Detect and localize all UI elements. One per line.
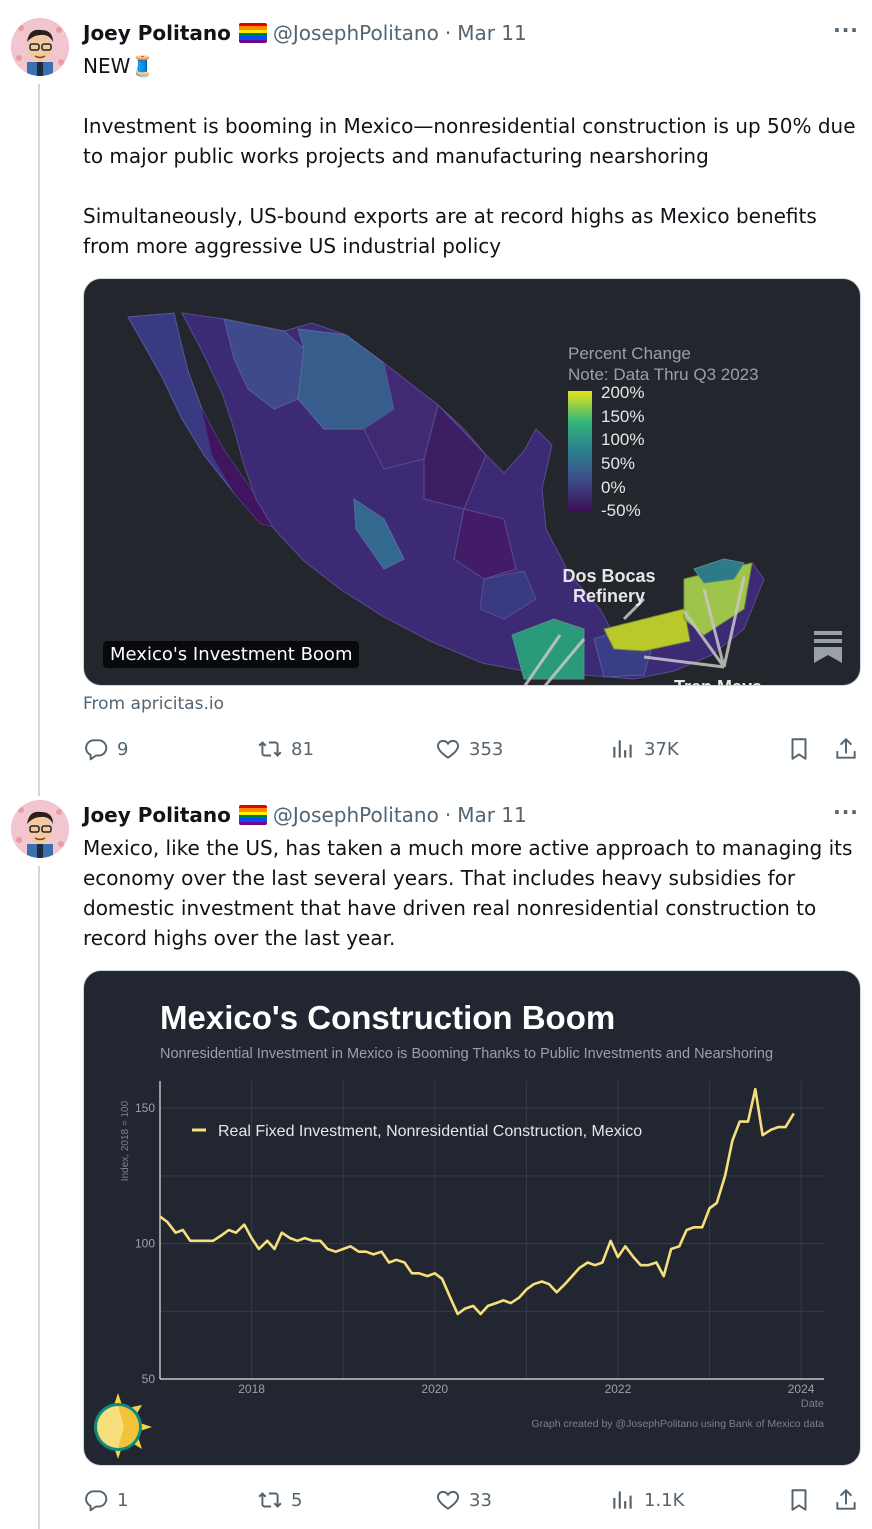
tweet-text: Mexico, like the US, has taken a much mo…	[83, 836, 859, 950]
tweet-date[interactable]: Mar 11	[457, 803, 527, 827]
tweet-actions: 9 81 353 37K	[83, 734, 863, 764]
x-tick-label: 2018	[238, 1382, 265, 1396]
y-axis-label: Index, 2018 = 100	[120, 1100, 131, 1181]
rainbow-flag-icon	[238, 805, 267, 825]
map-annotation: Refinery	[573, 586, 645, 606]
retweet-count: 5	[291, 1489, 303, 1511]
rainbow-flag-icon	[238, 23, 267, 43]
legend-tick: 200%	[601, 383, 644, 402]
retweet-button[interactable]: 5	[257, 1485, 302, 1515]
share-icon	[836, 1488, 856, 1510]
tweet-header: Joey Politano @JosephPolitano · Mar 11	[83, 800, 527, 830]
bookmark-button[interactable]	[786, 1485, 812, 1515]
legend-colorbar	[568, 391, 592, 511]
reply-count: 9	[117, 738, 129, 760]
mexico-map: Dos Bocas Refinery Tren Maya Percent Cha…	[127, 312, 765, 686]
retweet-icon	[258, 741, 282, 757]
share-button[interactable]	[833, 734, 859, 764]
map-image[interactable]: Dos Bocas Refinery Tren Maya Percent Cha…	[83, 278, 861, 686]
tweet-2[interactable]: Joey Politano @JosephPolitano · Mar 11 ·…	[0, 782, 872, 1529]
reply-icon	[85, 739, 108, 761]
x-tick-label: 2024	[788, 1382, 815, 1396]
views-button[interactable]: 1.1K	[610, 1485, 684, 1515]
like-count: 33	[469, 1489, 492, 1511]
legend-title: Percent Change	[568, 344, 691, 363]
line-chart: 501001502018 2020 2022 2024Index, 2018 = 10…	[120, 1081, 824, 1430]
tweet-text: NEW🧵 Investment is booming in Mexico—non…	[83, 54, 856, 258]
more-icon[interactable]: ···	[832, 20, 860, 44]
legend-tick: 50%	[601, 454, 635, 473]
bookmark-icon	[791, 738, 807, 760]
y-tick-label: 150	[135, 1101, 155, 1115]
map-annotation: Dos Bocas	[562, 566, 655, 586]
tweet-header: Joey Politano @JosephPolitano · Mar 11	[83, 18, 527, 48]
more-icon[interactable]: ···	[832, 802, 860, 826]
views-icon	[613, 740, 632, 758]
bookmark-button[interactable]	[786, 734, 812, 764]
x-tick-label: 2020	[421, 1382, 448, 1396]
chart-image[interactable]: Mexico's Construction Boom Nonresidentia…	[83, 970, 861, 1466]
author-name[interactable]: Joey Politano	[83, 21, 231, 45]
map-annotation: Tren Maya	[674, 677, 763, 686]
like-button[interactable]: 33	[435, 1485, 492, 1515]
legend-note: Note: Data Thru Q3 2023	[568, 365, 759, 384]
like-count: 353	[469, 738, 504, 760]
link-source[interactable]: From apricitas.io	[83, 694, 224, 714]
y-tick-label: 100	[135, 1237, 155, 1251]
substack-logo-icon	[814, 631, 842, 667]
author-handle[interactable]: @JosephPolitano	[273, 803, 439, 827]
views-count: 37K	[644, 738, 679, 760]
retweet-button[interactable]: 81	[257, 734, 314, 764]
reply-button[interactable]: 1	[83, 1485, 128, 1515]
legend-tick: 0%	[601, 478, 626, 497]
share-icon	[836, 737, 856, 759]
separator-dot: ·	[444, 803, 452, 827]
separator-dot: ·	[444, 21, 452, 45]
legend-label: Real Fixed Investment, Nonresidential Co…	[218, 1123, 642, 1140]
retweet-count: 81	[291, 738, 314, 760]
avatar[interactable]	[11, 18, 69, 76]
x-tick-label: 2022	[605, 1382, 632, 1396]
author-name[interactable]: Joey Politano	[83, 803, 231, 827]
tweet-1[interactable]: Joey Politano @JosephPolitano · Mar 11 ·…	[0, 0, 872, 790]
retweet-icon	[258, 1492, 282, 1508]
views-icon	[613, 1491, 632, 1509]
like-button[interactable]: 353	[435, 734, 503, 764]
chart-credit: Graph created by @JosephPolitano using B…	[531, 1418, 824, 1430]
author-handle[interactable]: @JosephPolitano	[273, 21, 439, 45]
media-caption: Mexico's Investment Boom	[103, 641, 360, 668]
sun-logo-icon	[94, 1393, 152, 1459]
legend-tick: 150%	[601, 407, 644, 426]
views-count: 1.1K	[644, 1489, 685, 1511]
tweet-date[interactable]: Mar 11	[457, 21, 527, 45]
share-button[interactable]	[833, 1485, 859, 1515]
legend-tick: -50%	[601, 501, 641, 520]
reply-icon	[85, 1490, 108, 1512]
avatar[interactable]	[11, 800, 69, 858]
reply-button[interactable]: 9	[83, 734, 128, 764]
legend-tick: 100%	[601, 430, 644, 449]
heart-icon	[437, 739, 459, 759]
tweet-actions: 1 5 33 1.1K	[83, 1485, 863, 1515]
reply-count: 1	[117, 1489, 129, 1511]
bookmark-icon	[791, 1489, 807, 1511]
heart-icon	[437, 1490, 459, 1510]
views-button[interactable]: 37K	[610, 734, 679, 764]
x-axis-label: Date	[801, 1398, 824, 1410]
